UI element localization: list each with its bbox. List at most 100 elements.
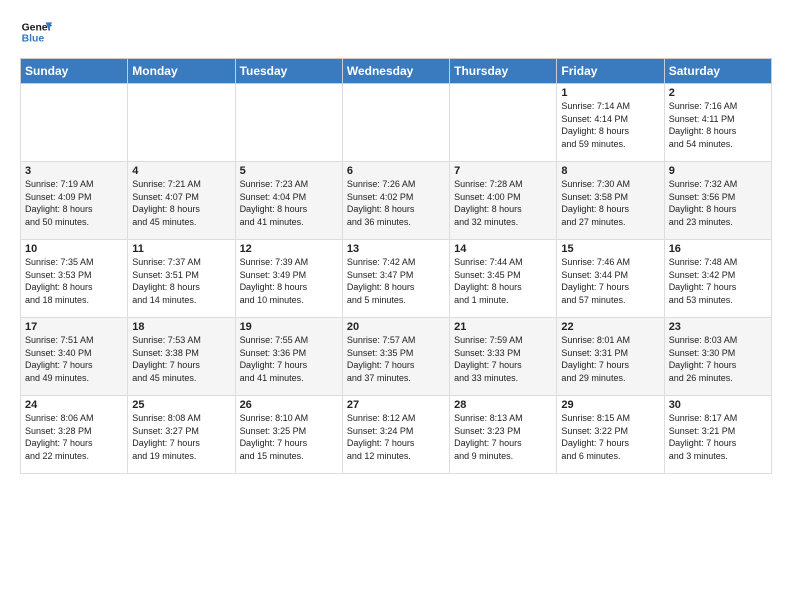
day-number: 18 (132, 321, 230, 333)
calendar-table: SundayMondayTuesdayWednesdayThursdayFrid… (20, 58, 772, 474)
day-info: Sunrise: 7:57 AM Sunset: 3:35 PM Dayligh… (347, 334, 445, 384)
weekday-header-saturday: Saturday (664, 59, 771, 84)
weekday-header-monday: Monday (128, 59, 235, 84)
day-number: 19 (240, 321, 338, 333)
day-number: 9 (669, 165, 767, 177)
day-number: 1 (561, 87, 659, 99)
day-cell-17: 17Sunrise: 7:51 AM Sunset: 3:40 PM Dayli… (21, 318, 128, 396)
day-cell-15: 15Sunrise: 7:46 AM Sunset: 3:44 PM Dayli… (557, 240, 664, 318)
day-info: Sunrise: 7:53 AM Sunset: 3:38 PM Dayligh… (132, 334, 230, 384)
day-info: Sunrise: 7:59 AM Sunset: 3:33 PM Dayligh… (454, 334, 552, 384)
day-cell-20: 20Sunrise: 7:57 AM Sunset: 3:35 PM Dayli… (342, 318, 449, 396)
day-number: 28 (454, 399, 552, 411)
day-number: 21 (454, 321, 552, 333)
day-info: Sunrise: 7:26 AM Sunset: 4:02 PM Dayligh… (347, 178, 445, 228)
day-info: Sunrise: 7:19 AM Sunset: 4:09 PM Dayligh… (25, 178, 123, 228)
day-cell-3: 3Sunrise: 7:19 AM Sunset: 4:09 PM Daylig… (21, 162, 128, 240)
day-info: Sunrise: 7:23 AM Sunset: 4:04 PM Dayligh… (240, 178, 338, 228)
day-info: Sunrise: 7:35 AM Sunset: 3:53 PM Dayligh… (25, 256, 123, 306)
day-cell-18: 18Sunrise: 7:53 AM Sunset: 3:38 PM Dayli… (128, 318, 235, 396)
day-cell-23: 23Sunrise: 8:03 AM Sunset: 3:30 PM Dayli… (664, 318, 771, 396)
day-number: 2 (669, 87, 767, 99)
day-info: Sunrise: 7:16 AM Sunset: 4:11 PM Dayligh… (669, 100, 767, 150)
day-cell-24: 24Sunrise: 8:06 AM Sunset: 3:28 PM Dayli… (21, 396, 128, 474)
day-number: 23 (669, 321, 767, 333)
weekday-header-tuesday: Tuesday (235, 59, 342, 84)
day-cell-28: 28Sunrise: 8:13 AM Sunset: 3:23 PM Dayli… (450, 396, 557, 474)
day-info: Sunrise: 7:46 AM Sunset: 3:44 PM Dayligh… (561, 256, 659, 306)
day-info: Sunrise: 7:21 AM Sunset: 4:07 PM Dayligh… (132, 178, 230, 228)
day-info: Sunrise: 8:06 AM Sunset: 3:28 PM Dayligh… (25, 412, 123, 462)
day-number: 14 (454, 243, 552, 255)
day-number: 4 (132, 165, 230, 177)
day-number: 22 (561, 321, 659, 333)
day-cell-12: 12Sunrise: 7:39 AM Sunset: 3:49 PM Dayli… (235, 240, 342, 318)
day-info: Sunrise: 7:30 AM Sunset: 3:58 PM Dayligh… (561, 178, 659, 228)
day-info: Sunrise: 7:28 AM Sunset: 4:00 PM Dayligh… (454, 178, 552, 228)
day-cell-27: 27Sunrise: 8:12 AM Sunset: 3:24 PM Dayli… (342, 396, 449, 474)
day-info: Sunrise: 8:03 AM Sunset: 3:30 PM Dayligh… (669, 334, 767, 384)
week-row-4: 17Sunrise: 7:51 AM Sunset: 3:40 PM Dayli… (21, 318, 772, 396)
day-info: Sunrise: 7:39 AM Sunset: 3:49 PM Dayligh… (240, 256, 338, 306)
day-info: Sunrise: 8:08 AM Sunset: 3:27 PM Dayligh… (132, 412, 230, 462)
day-cell-8: 8Sunrise: 7:30 AM Sunset: 3:58 PM Daylig… (557, 162, 664, 240)
day-info: Sunrise: 7:37 AM Sunset: 3:51 PM Dayligh… (132, 256, 230, 306)
page: General Blue SundayMondayTuesdayWednesda… (0, 0, 792, 612)
day-cell-26: 26Sunrise: 8:10 AM Sunset: 3:25 PM Dayli… (235, 396, 342, 474)
day-cell-22: 22Sunrise: 8:01 AM Sunset: 3:31 PM Dayli… (557, 318, 664, 396)
day-info: Sunrise: 7:55 AM Sunset: 3:36 PM Dayligh… (240, 334, 338, 384)
week-row-1: 1Sunrise: 7:14 AM Sunset: 4:14 PM Daylig… (21, 84, 772, 162)
day-number: 27 (347, 399, 445, 411)
header: General Blue (20, 16, 772, 48)
empty-cell (235, 84, 342, 162)
day-number: 26 (240, 399, 338, 411)
day-cell-5: 5Sunrise: 7:23 AM Sunset: 4:04 PM Daylig… (235, 162, 342, 240)
day-info: Sunrise: 7:48 AM Sunset: 3:42 PM Dayligh… (669, 256, 767, 306)
week-row-5: 24Sunrise: 8:06 AM Sunset: 3:28 PM Dayli… (21, 396, 772, 474)
day-info: Sunrise: 7:14 AM Sunset: 4:14 PM Dayligh… (561, 100, 659, 150)
day-number: 11 (132, 243, 230, 255)
day-number: 3 (25, 165, 123, 177)
day-info: Sunrise: 8:15 AM Sunset: 3:22 PM Dayligh… (561, 412, 659, 462)
week-row-2: 3Sunrise: 7:19 AM Sunset: 4:09 PM Daylig… (21, 162, 772, 240)
day-info: Sunrise: 7:51 AM Sunset: 3:40 PM Dayligh… (25, 334, 123, 384)
day-number: 6 (347, 165, 445, 177)
logo-icon: General Blue (20, 16, 52, 48)
day-number: 5 (240, 165, 338, 177)
svg-text:Blue: Blue (22, 34, 45, 45)
day-cell-16: 16Sunrise: 7:48 AM Sunset: 3:42 PM Dayli… (664, 240, 771, 318)
day-cell-14: 14Sunrise: 7:44 AM Sunset: 3:45 PM Dayli… (450, 240, 557, 318)
day-number: 8 (561, 165, 659, 177)
empty-cell (128, 84, 235, 162)
day-number: 15 (561, 243, 659, 255)
day-info: Sunrise: 7:32 AM Sunset: 3:56 PM Dayligh… (669, 178, 767, 228)
day-number: 16 (669, 243, 767, 255)
day-cell-10: 10Sunrise: 7:35 AM Sunset: 3:53 PM Dayli… (21, 240, 128, 318)
day-cell-30: 30Sunrise: 8:17 AM Sunset: 3:21 PM Dayli… (664, 396, 771, 474)
day-number: 12 (240, 243, 338, 255)
day-number: 30 (669, 399, 767, 411)
week-row-3: 10Sunrise: 7:35 AM Sunset: 3:53 PM Dayli… (21, 240, 772, 318)
empty-cell (21, 84, 128, 162)
day-cell-11: 11Sunrise: 7:37 AM Sunset: 3:51 PM Dayli… (128, 240, 235, 318)
day-info: Sunrise: 8:12 AM Sunset: 3:24 PM Dayligh… (347, 412, 445, 462)
day-info: Sunrise: 8:17 AM Sunset: 3:21 PM Dayligh… (669, 412, 767, 462)
day-info: Sunrise: 8:01 AM Sunset: 3:31 PM Dayligh… (561, 334, 659, 384)
day-number: 17 (25, 321, 123, 333)
day-cell-29: 29Sunrise: 8:15 AM Sunset: 3:22 PM Dayli… (557, 396, 664, 474)
day-info: Sunrise: 8:10 AM Sunset: 3:25 PM Dayligh… (240, 412, 338, 462)
day-cell-6: 6Sunrise: 7:26 AM Sunset: 4:02 PM Daylig… (342, 162, 449, 240)
logo: General Blue (20, 16, 52, 48)
weekday-header-friday: Friday (557, 59, 664, 84)
day-cell-7: 7Sunrise: 7:28 AM Sunset: 4:00 PM Daylig… (450, 162, 557, 240)
day-number: 10 (25, 243, 123, 255)
day-cell-1: 1Sunrise: 7:14 AM Sunset: 4:14 PM Daylig… (557, 84, 664, 162)
weekday-header-thursday: Thursday (450, 59, 557, 84)
day-cell-13: 13Sunrise: 7:42 AM Sunset: 3:47 PM Dayli… (342, 240, 449, 318)
day-cell-25: 25Sunrise: 8:08 AM Sunset: 3:27 PM Dayli… (128, 396, 235, 474)
day-cell-21: 21Sunrise: 7:59 AM Sunset: 3:33 PM Dayli… (450, 318, 557, 396)
day-cell-4: 4Sunrise: 7:21 AM Sunset: 4:07 PM Daylig… (128, 162, 235, 240)
day-number: 24 (25, 399, 123, 411)
weekday-header-wednesday: Wednesday (342, 59, 449, 84)
day-number: 13 (347, 243, 445, 255)
